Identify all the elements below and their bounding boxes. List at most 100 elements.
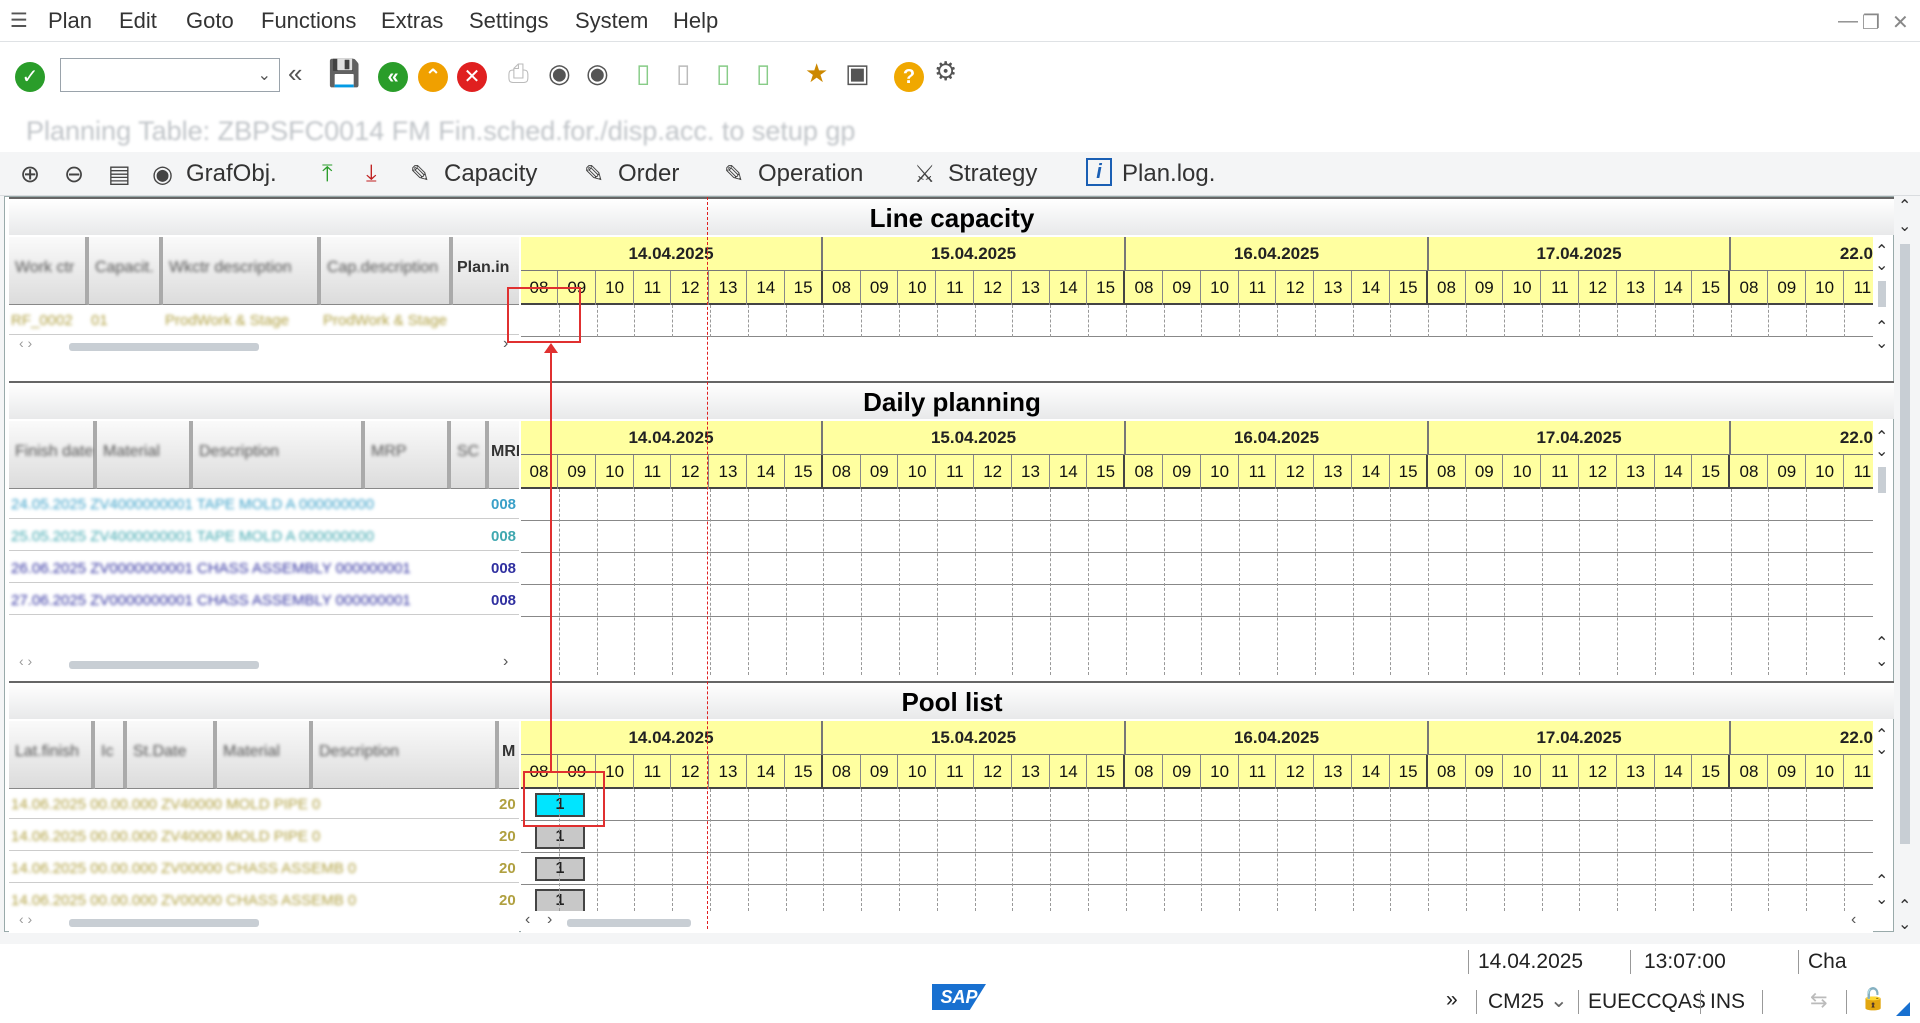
deallocate-icon[interactable]: ⤓ <box>366 160 377 188</box>
line-capacity-gantt[interactable]: 14.04.2025 15.04.2025 16.04.2025 17.04.2… <box>521 237 1873 337</box>
last-page-icon[interactable]: ▯ <box>756 58 770 89</box>
horizontal-scrollbar[interactable]: ‹ › › <box>9 335 519 355</box>
pool-list-gantt[interactable]: 14.04.2025 15.04.2025 16.04.2025 17.04.2… <box>521 721 1873 911</box>
column-header[interactable]: SC <box>451 421 489 489</box>
menu-goto[interactable]: Goto <box>186 8 234 34</box>
gantt-row[interactable] <box>521 885 1873 911</box>
vertical-scrollbar[interactable]: ⌃ ⌄ ⌃ ⌄ <box>1871 241 1893 355</box>
gantt-row[interactable] <box>521 585 1873 617</box>
column-header[interactable]: Description <box>193 421 365 489</box>
table-row[interactable]: 14.06.2025 00.00.000 ZV00000 CHASS ASSEM… <box>9 885 519 911</box>
menu-extras[interactable]: Extras <box>381 8 443 34</box>
column-header[interactable]: St.Date <box>127 721 217 789</box>
horizontal-scrollbar[interactable]: ‹ › <box>9 911 519 933</box>
gantt-row[interactable] <box>521 489 1873 521</box>
column-header[interactable]: Lat.finish <box>9 721 95 789</box>
scroll-right-icon[interactable]: › <box>503 653 508 671</box>
gantt-row[interactable] <box>521 553 1873 585</box>
command-field[interactable]: ⌄ <box>60 58 280 92</box>
legend-icon[interactable]: ▤ <box>108 160 131 189</box>
table-row[interactable]: 14.06.2025 00.00.000 ZV00000 CHASS ASSEM… <box>9 853 519 883</box>
menu-icon[interactable]: ☰ <box>10 8 28 33</box>
expand-icon[interactable]: » <box>1446 988 1458 1012</box>
pool-bar[interactable]: 1 <box>535 825 585 849</box>
capacity-row[interactable] <box>521 305 1873 337</box>
history-icon[interactable]: « <box>288 58 302 89</box>
gantt-row[interactable] <box>521 853 1873 885</box>
menu-plan[interactable]: Plan <box>48 8 92 34</box>
restore-icon[interactable]: ❐ <box>1862 10 1880 35</box>
daily-planning-gantt[interactable]: 14.04.2025 15.04.2025 16.04.2025 17.04.2… <box>521 421 1873 675</box>
next-page-icon[interactable]: ▯ <box>716 58 730 89</box>
exit-icon[interactable]: ⌃ <box>418 62 448 92</box>
menu-edit[interactable]: Edit <box>119 8 157 34</box>
table-row[interactable]: RF_0002 01 ProdWork & Stage ProdWork & S… <box>9 305 519 335</box>
status-mode[interactable]: INS <box>1710 990 1745 1014</box>
status-transaction[interactable]: CM25 <box>1488 990 1544 1014</box>
new-session-icon[interactable]: ★ <box>805 58 828 89</box>
scroll-left-icon[interactable]: ‹ <box>525 911 530 929</box>
column-header[interactable]: MRP <box>365 421 451 489</box>
column-header[interactable]: Wkctr description <box>163 237 321 305</box>
help-icon[interactable]: ? <box>894 62 924 92</box>
column-header[interactable]: Finish date <box>9 421 97 489</box>
grid-line <box>1655 305 1656 337</box>
gear-icon[interactable]: ⚙ <box>934 56 957 87</box>
table-row[interactable]: 24.05.2025 ZV4000000001 TAPE MOLD A 0000… <box>9 489 519 519</box>
menu-settings[interactable]: Settings <box>469 8 549 34</box>
current-time-marker <box>707 197 708 929</box>
first-page-icon[interactable]: ▯ <box>636 58 650 89</box>
find-icon[interactable]: ◉ <box>548 58 571 89</box>
outer-vertical-scrollbar[interactable]: ⌃ ⌄ ⌃ ⌄ <box>1894 196 1916 936</box>
gantt-row[interactable] <box>521 521 1873 553</box>
pool-bar[interactable]: 1 <box>535 889 585 911</box>
table-row[interactable]: 26.06.2025 ZV0000000001 CHASS ASSEMBLY 0… <box>9 553 519 583</box>
grid-line <box>936 305 938 337</box>
table-row[interactable]: 25.05.2025 ZV4000000001 TAPE MOLD A 0000… <box>9 521 519 551</box>
menu-system[interactable]: System <box>575 8 648 34</box>
column-header[interactable]: Ic <box>95 721 127 789</box>
table-row[interactable]: 14.06.2025 00.00.000 ZV40000 MOLD PIPE 0… <box>9 789 519 819</box>
gantt-horizontal-scrollbar[interactable]: ‹ › ‹ <box>521 911 1873 933</box>
column-header[interactable]: Work ctr <box>9 237 89 305</box>
vertical-scrollbar[interactable]: ⌃ ⌄ ⌃ ⌄ <box>1871 725 1893 915</box>
column-header[interactable]: Material <box>217 721 313 789</box>
hour-cell: 12 <box>975 455 1012 489</box>
scroll-right-icon[interactable]: › <box>547 911 552 929</box>
horizontal-scrollbar[interactable]: ‹ › › <box>9 653 519 675</box>
minimize-icon[interactable]: — <box>1838 10 1858 33</box>
previous-page-icon[interactable]: ▯ <box>676 58 690 89</box>
gantt-row[interactable] <box>521 821 1873 853</box>
enter-icon[interactable]: ✓ <box>15 62 45 92</box>
pool-bar[interactable]: 1 <box>535 857 585 881</box>
dispatch-icon[interactable]: ⤒ <box>322 160 333 188</box>
resize-grip-icon[interactable] <box>1896 1002 1910 1016</box>
print-icon[interactable]: ⎙ <box>508 58 529 90</box>
hour-cell: 14 <box>1655 755 1693 789</box>
hour-cell: 14 <box>748 455 785 489</box>
shortcut-icon[interactable]: ▣ <box>845 58 870 89</box>
hour-cell: 13 <box>710 271 747 305</box>
chevron-down-icon[interactable]: ⌄ <box>1550 988 1568 1013</box>
chevron-down-icon[interactable]: ⌄ <box>258 65 271 85</box>
back-icon[interactable]: « <box>378 62 408 92</box>
column-header[interactable]: Capacit. <box>89 237 163 305</box>
vertical-scrollbar[interactable]: ⌃ ⌄ ⌃ ⌄ <box>1871 427 1893 677</box>
zoom-in-icon[interactable]: ⊕ <box>20 160 40 189</box>
menu-help[interactable]: Help <box>673 8 718 34</box>
cancel-icon[interactable]: ✕ <box>457 62 487 92</box>
column-header[interactable]: Cap.description <box>321 237 453 305</box>
table-row[interactable]: 27.06.2025 ZV0000000001 CHASS ASSEMBLY 0… <box>9 585 519 615</box>
grid-line <box>785 305 787 337</box>
table-row[interactable]: 14.06.2025 00.00.000 ZV40000 MOLD PIPE 0… <box>9 821 519 851</box>
column-header[interactable]: MRP <box>489 421 519 489</box>
gantt-row[interactable] <box>521 789 1873 821</box>
menu-functions[interactable]: Functions <box>261 8 356 34</box>
column-header[interactable]: Material <box>97 421 193 489</box>
find-next-icon[interactable]: ◉ <box>586 58 609 89</box>
save-icon[interactable]: 💾 <box>328 58 360 89</box>
zoom-out-icon[interactable]: ⊖ <box>64 160 84 189</box>
column-header[interactable]: M <box>499 721 519 789</box>
column-header[interactable]: Description <box>313 721 499 789</box>
close-icon[interactable]: ✕ <box>1892 10 1909 35</box>
